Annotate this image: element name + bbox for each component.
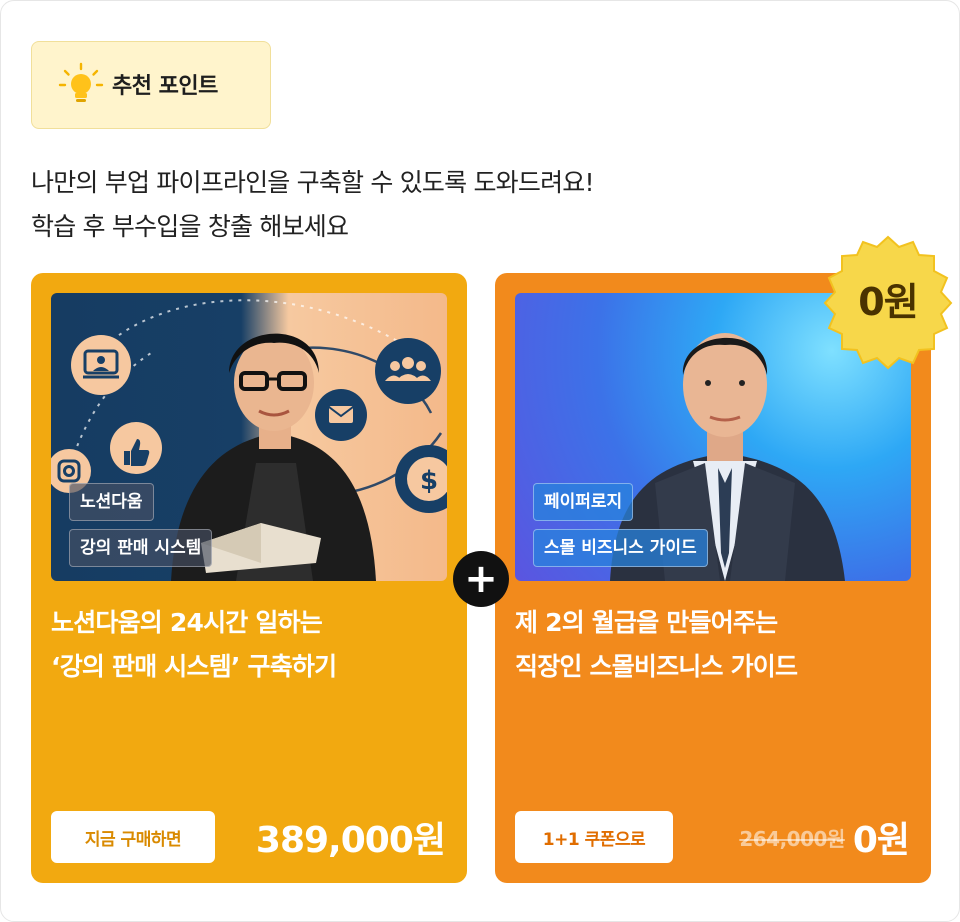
thumbs-up-icon xyxy=(110,422,162,474)
course-title-line-2: ‘강의 판매 시스템’ 구축하기 xyxy=(51,652,337,681)
mail-icon xyxy=(315,389,367,441)
description: 나만의 부업 파이프라인을 구축할 수 있도록 도와드려요! 학습 후 부수입을… xyxy=(31,161,931,249)
course-title: 노션다움의 24시간 일하는 ‘강의 판매 시스템’ 구축하기 xyxy=(51,601,451,689)
thumbnail-tag-author: 페이퍼로지 xyxy=(533,483,634,521)
price-value: 0원 xyxy=(852,820,910,861)
course-title-line-2: 직장인 스몰비즈니스 가이드 xyxy=(515,652,798,681)
course-title: 제 2의 월급을 만들어주는 직장인 스몰비즈니스 가이드 xyxy=(515,601,915,689)
course-card-notion[interactable]: $ 노션다움 강의 판매 시스템 노션다움의 24시간 일하는 ‘강의 판매 시… xyxy=(31,273,467,883)
free-seal-label: 0원 xyxy=(858,280,918,324)
plus-icon: + xyxy=(453,551,509,607)
thumbnail-tag-topic: 스몰 비즈니스 가이드 xyxy=(533,529,708,567)
thumbnail-tag-author: 노션다움 xyxy=(69,483,154,521)
description-line-2: 학습 후 부수입을 창출 해보세요 xyxy=(31,212,349,241)
dollar-icon: $ xyxy=(395,445,447,513)
people-icon xyxy=(375,338,441,404)
thumbnail-tag-topic: 강의 판매 시스템 xyxy=(69,529,213,567)
description-line-1: 나만의 부업 파이프라인을 구축할 수 있도록 도와드려요! xyxy=(31,168,595,197)
recommend-point-badge: 추천 포인트 xyxy=(31,41,271,129)
badge-label: 추천 포인트 xyxy=(112,74,218,99)
course-title-line-1: 제 2의 월급을 만들어주는 xyxy=(515,608,778,637)
lightbulb-icon xyxy=(58,62,104,102)
buy-now-button[interactable]: 지금 구매하면 xyxy=(51,811,215,863)
original-price: 264,000원 xyxy=(739,826,845,851)
coupon-button[interactable]: 1+1 쿠폰으로 xyxy=(515,811,673,863)
svg-text:$: $ xyxy=(420,466,438,496)
price: 389,000원 xyxy=(255,811,446,863)
course-thumbnail: $ 노션다움 강의 판매 시스템 xyxy=(51,293,447,581)
promo-frame: 추천 포인트 나만의 부업 파이프라인을 구축할 수 있도록 도와드려요! 학습… xyxy=(0,0,960,922)
video-lesson-icon xyxy=(71,335,131,395)
price: 264,000원 0원 xyxy=(739,811,910,863)
price-value: 389,000원 xyxy=(255,820,446,861)
course-title-line-1: 노션다움의 24시간 일하는 xyxy=(51,608,323,637)
